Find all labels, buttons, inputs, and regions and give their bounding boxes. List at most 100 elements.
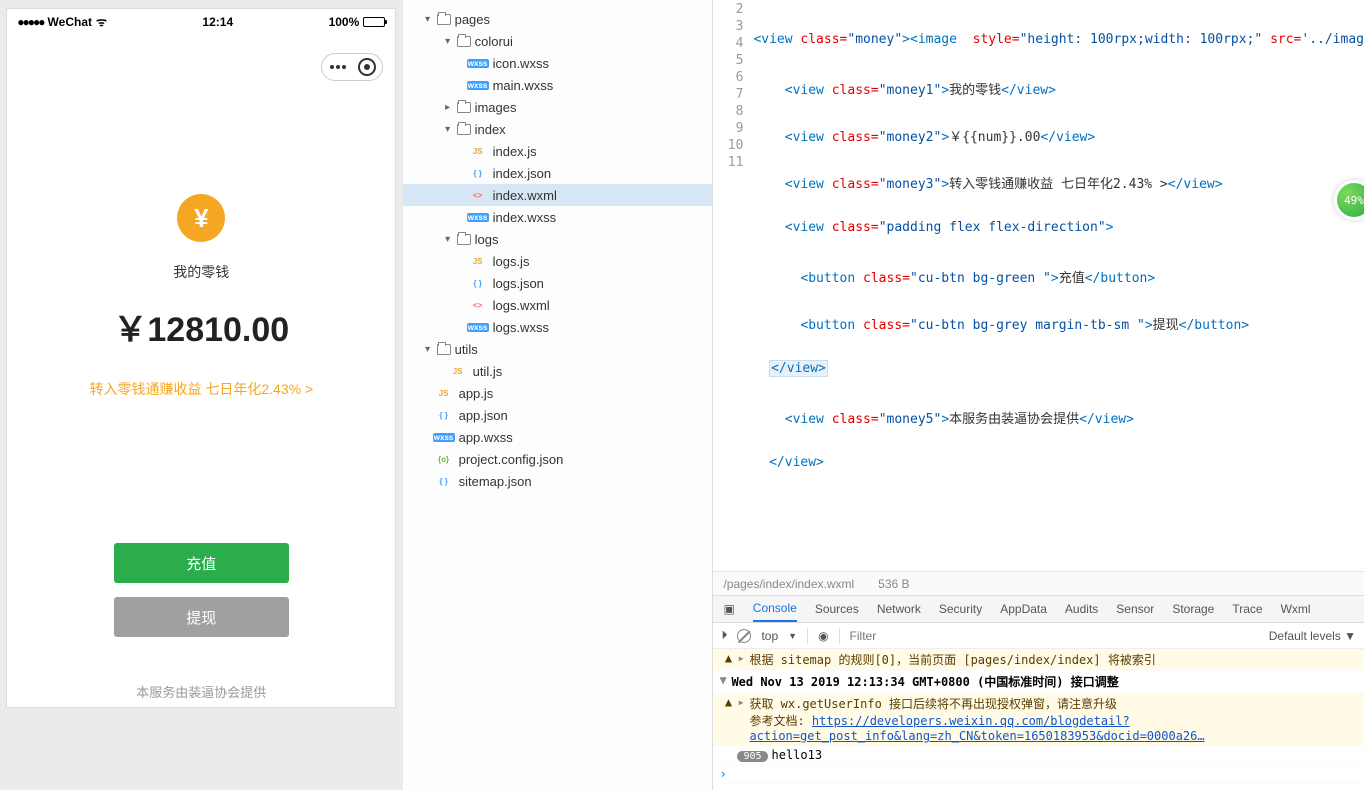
file-main-wxss[interactable]: wxssmain.wxss bbox=[403, 74, 713, 96]
money-view: ¥ 我的零钱 ￥12810.00 转入零钱通赚收益 七日年化2.43% > bbox=[7, 34, 395, 399]
battery-icon bbox=[363, 17, 385, 27]
file-sitemap[interactable]: { }sitemap.json bbox=[403, 470, 713, 492]
levels-selector[interactable]: Default levels ▼ bbox=[1269, 629, 1356, 643]
file-util-js[interactable]: JSutil.js bbox=[403, 360, 713, 382]
console-row-warn[interactable]: ▲ ▸ 获取 wx.getUserInfo 接口后续将不再出现授权弹窗，请注意升… bbox=[713, 693, 1364, 746]
battery-percent: 100% bbox=[329, 15, 360, 29]
tab-network[interactable]: Network bbox=[877, 602, 921, 616]
file-index-json[interactable]: { }index.json bbox=[403, 162, 713, 184]
json-badge-icon: { } bbox=[467, 279, 489, 288]
context-selector[interactable]: top bbox=[761, 629, 778, 643]
capsule-menu-icon[interactable] bbox=[328, 65, 348, 69]
file-index-wxss[interactable]: wxssindex.wxss bbox=[403, 206, 713, 228]
folder-pages[interactable]: ▾pages bbox=[403, 8, 713, 30]
file-path: /pages/index/index.wxml bbox=[723, 577, 854, 591]
yield-link[interactable]: 转入零钱通赚收益 七日年化2.43% > bbox=[7, 379, 395, 399]
code-line-11[interactable]: </view> bbox=[753, 455, 1364, 472]
folder-icon bbox=[437, 14, 451, 25]
code-line-7[interactable]: <button class="cu-btn bg-green ">充值</but… bbox=[753, 267, 1364, 284]
count-badge: 905 bbox=[737, 751, 767, 762]
console-prompt[interactable]: › bbox=[713, 765, 1364, 784]
json-badge-icon: { } bbox=[467, 169, 489, 178]
eye-icon[interactable]: ◉ bbox=[818, 629, 828, 643]
file-app-json[interactable]: { }app.json bbox=[403, 404, 713, 426]
tab-sensor[interactable]: Sensor bbox=[1116, 602, 1154, 616]
js-badge-icon: JS bbox=[467, 147, 489, 156]
folder-logs[interactable]: ▾logs bbox=[403, 228, 713, 250]
signal-icon: ●●●●● bbox=[17, 15, 43, 29]
folder-icon bbox=[457, 124, 471, 135]
file-icon-wxss[interactable]: wxssicon.wxss bbox=[403, 52, 713, 74]
status-bar: ●●●●● WeChat ᯤ 12:14 100% bbox=[7, 9, 395, 34]
file-explorer[interactable]: ▾pages ▾colorui wxssicon.wxss wxssmain.w… bbox=[403, 0, 714, 790]
wxss-badge-icon: wxss bbox=[467, 59, 489, 68]
folder-icon bbox=[457, 234, 471, 245]
file-logs-js[interactable]: JSlogs.js bbox=[403, 250, 713, 272]
code-lines[interactable]: <view class="money"><image style="height… bbox=[753, 0, 1364, 571]
tab-audits[interactable]: Audits bbox=[1065, 602, 1098, 616]
folder-icon bbox=[457, 102, 471, 113]
wallet-title: 我的零钱 bbox=[7, 262, 395, 282]
folder-images[interactable]: ▸images bbox=[403, 96, 713, 118]
editor-status-bar: /pages/index/index.wxml 536 B bbox=[713, 571, 1364, 595]
clock-label: 12:14 bbox=[202, 15, 233, 29]
filter-input[interactable] bbox=[850, 629, 1259, 643]
file-logs-wxss[interactable]: wxsslogs.wxss bbox=[403, 316, 713, 338]
folder-colorui[interactable]: ▾colorui bbox=[403, 30, 713, 52]
wifi-icon: ᯤ bbox=[96, 13, 107, 30]
tab-appdata[interactable]: AppData bbox=[1000, 602, 1047, 616]
tab-sources[interactable]: Sources bbox=[815, 602, 859, 616]
file-app-js[interactable]: JSapp.js bbox=[403, 382, 713, 404]
file-index-js[interactable]: JSindex.js bbox=[403, 140, 713, 162]
devtools-tabs: ▣ Console Sources Network Security AppDa… bbox=[713, 595, 1364, 623]
wallet-buttons: 充值 提现 bbox=[7, 543, 395, 637]
console-row-group[interactable]: ▼ Wed Nov 13 2019 12:13:34 GMT+0800 (中国标… bbox=[713, 671, 1364, 693]
js-badge-icon: JS bbox=[447, 367, 469, 376]
js-badge-icon: JS bbox=[467, 257, 489, 266]
capsule-close-icon[interactable] bbox=[358, 58, 376, 76]
wxss-badge-icon: wxss bbox=[433, 433, 455, 442]
tab-wxml[interactable]: Wxml bbox=[1281, 602, 1311, 616]
folder-index[interactable]: ▾index bbox=[403, 118, 713, 140]
warning-icon: ▲ bbox=[719, 651, 737, 668]
code-line-5[interactable]: <view class="money3">转入零钱通赚收益 七日年化2.43% … bbox=[753, 173, 1364, 190]
file-index-wxml[interactable]: <>index.wxml bbox=[403, 184, 713, 206]
file-logs-wxml[interactable]: <>logs.wxml bbox=[403, 294, 713, 316]
wxss-badge-icon: wxss bbox=[467, 213, 489, 222]
code-line-4[interactable]: <view class="money2">￥{{num}}.00</view> bbox=[753, 126, 1364, 143]
warning-icon: ▲ bbox=[719, 695, 737, 743]
clear-console-icon[interactable] bbox=[737, 629, 751, 643]
console-row-warn[interactable]: ▲ ▸ 根据 sitemap 的规则[0]，当前页面 [pages/index/… bbox=[713, 649, 1364, 671]
code-line-3[interactable]: <view class="money1">我的零钱</view> bbox=[753, 79, 1364, 96]
wallet-amount: ￥12810.00 bbox=[7, 302, 395, 351]
tab-storage[interactable]: Storage bbox=[1172, 602, 1214, 616]
phone-frame: ●●●●● WeChat ᯤ 12:14 100% ¥ 我的零钱 ￥12810.… bbox=[6, 8, 396, 708]
play-icon[interactable]: ⏵ bbox=[721, 628, 727, 643]
tab-security[interactable]: Security bbox=[939, 602, 982, 616]
file-app-wxss[interactable]: wxssapp.wxss bbox=[403, 426, 713, 448]
file-logs-json[interactable]: { }logs.json bbox=[403, 272, 713, 294]
tab-console[interactable]: Console bbox=[753, 596, 797, 622]
json-badge-icon: { } bbox=[433, 411, 455, 420]
console-row-log[interactable]: 905hello13 bbox=[713, 746, 1364, 765]
code-editor[interactable]: 234567891011 <view class="money"><image … bbox=[713, 0, 1364, 571]
topup-button[interactable]: 充值 bbox=[114, 543, 289, 583]
yen-icon: ¥ bbox=[177, 194, 225, 242]
folder-utils[interactable]: ▾utils bbox=[403, 338, 713, 360]
code-line-8[interactable]: <button class="cu-btn bg-grey margin-tb-… bbox=[753, 314, 1364, 331]
miniapp-capsule bbox=[321, 53, 383, 81]
wxml-badge-icon: <> bbox=[467, 191, 489, 200]
console-output[interactable]: ▲ ▸ 根据 sitemap 的规则[0]，当前页面 [pages/index/… bbox=[713, 649, 1364, 790]
inspect-icon[interactable]: ▣ bbox=[723, 602, 734, 616]
line-gutter: 234567891011 bbox=[713, 0, 753, 571]
editor-panel: 234567891011 <view class="money"><image … bbox=[713, 0, 1364, 790]
withdraw-button[interactable]: 提现 bbox=[114, 597, 289, 637]
doc-link[interactable]: https://developers.weixin.qq.com/blogdet… bbox=[749, 714, 1204, 743]
code-line-6[interactable]: <view class="padding flex flex-direction… bbox=[753, 220, 1364, 237]
code-line-10[interactable]: <view class="money5">本服务由装逼协会提供</view> bbox=[753, 408, 1364, 425]
tab-trace[interactable]: Trace bbox=[1232, 602, 1262, 616]
json-badge-icon: {o} bbox=[433, 455, 455, 464]
file-project-config[interactable]: {o}project.config.json bbox=[403, 448, 713, 470]
code-line-9[interactable]: </view> bbox=[753, 361, 1364, 378]
code-line-2[interactable]: <view class="money"><image style="height… bbox=[753, 32, 1364, 49]
